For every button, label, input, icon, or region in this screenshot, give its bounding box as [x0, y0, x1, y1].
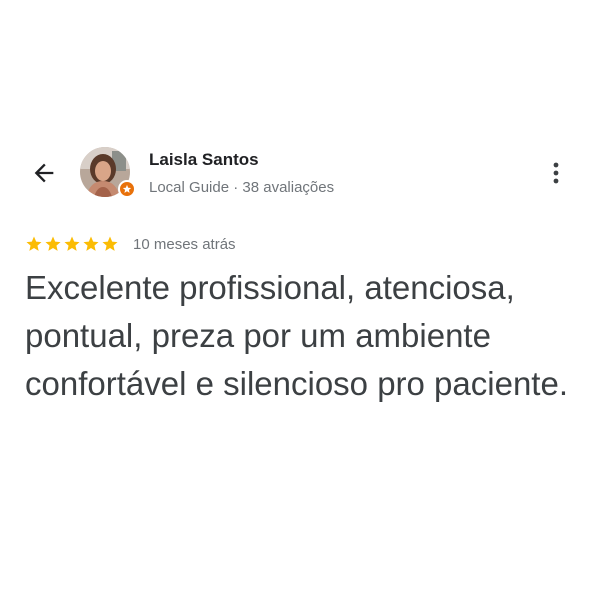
local-guide-badge [118, 180, 136, 198]
local-guide-star-icon [122, 184, 132, 193]
star-icon [83, 236, 99, 251]
rating-row: 10 meses atrás [25, 233, 236, 255]
back-button[interactable] [28, 157, 60, 189]
star-icon [64, 236, 80, 251]
reviewer-name[interactable]: Laisla Santos [149, 150, 259, 170]
more-vert-icon [553, 162, 559, 184]
star-icon [45, 236, 61, 251]
reviewer-meta: Local Guide · 38 avaliações [149, 179, 335, 196]
review-text: Excelente profissional, atenciosa, pontu… [25, 269, 568, 402]
star-icon [102, 236, 118, 251]
avatar-container[interactable] [80, 147, 136, 201]
star-rating [25, 235, 119, 253]
more-options-button[interactable] [543, 157, 569, 189]
review-date: 10 meses atrás [133, 235, 236, 253]
star-icon [26, 236, 42, 251]
review-card: Laisla Santos Local Guide · 38 avaliaçõe… [0, 0, 600, 600]
arrow-left-icon [34, 163, 54, 183]
